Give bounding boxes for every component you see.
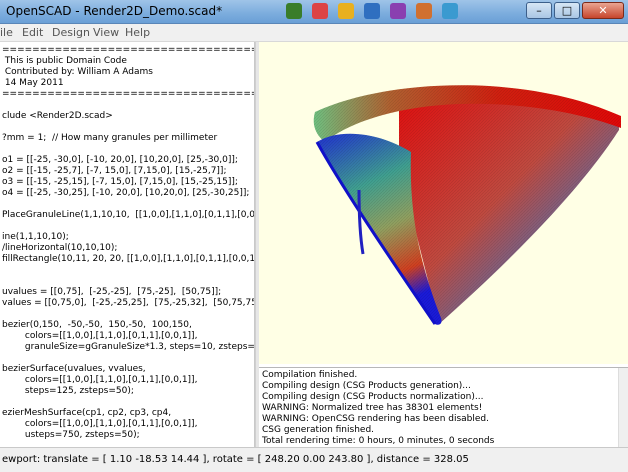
console-line: Compiling design (CSG Products normaliza…: [262, 392, 484, 402]
code-line: o4 = [[-25, -30,25], [-10, 20,0], [10,20…: [2, 188, 250, 198]
menu-help[interactable]: Help: [125, 26, 150, 39]
title-bar: OpenSCAD - Render2D_Demo.scad* – □ ✕: [0, 0, 628, 24]
app-logo-icon: [286, 3, 302, 19]
status-bar: ewport: translate = [ 1.10 -18.53 14.44 …: [0, 447, 628, 472]
console-line: WARNING: Normalized tree has 38301 eleme…: [262, 403, 483, 413]
maximize-icon[interactable]: □: [554, 2, 580, 19]
minimize-icon[interactable]: –: [526, 2, 552, 19]
console-panel[interactable]: Compilation finished. Compiling design (…: [259, 367, 628, 447]
code-line: ?mm = 1; // How many granules per millim…: [2, 133, 218, 143]
taskbar-icon: [364, 3, 380, 19]
console-line: Compiling design (CSG Products generatio…: [262, 381, 471, 391]
viewport-status: ewport: translate = [ 1.10 -18.53 14.44 …: [2, 454, 469, 465]
taskbar-icon: [416, 3, 432, 19]
console-line: Compilation finished.: [262, 370, 358, 380]
code-line: usteps=750, zsteps=50);: [2, 430, 140, 440]
code-line: steps=125, zsteps=50);: [2, 386, 134, 396]
menu-design[interactable]: Design: [52, 26, 90, 39]
taskbar-icon: [312, 3, 328, 19]
menu-view[interactable]: View: [93, 26, 119, 39]
code-line: =======================================: [2, 89, 255, 99]
code-line: values = [[0,75,0], [-25,-25,25], [75,-2…: [2, 298, 255, 308]
taskbar-icon: [338, 3, 354, 19]
taskbar-icon: [442, 3, 458, 19]
code-line: fillRectangle(10,11, 20, 20, [[1,0,0],[1…: [2, 254, 255, 264]
menu-edit[interactable]: Edit: [22, 26, 43, 39]
console-scrollbar[interactable]: [618, 368, 628, 447]
code-line: clude <Render2D.scad>: [2, 111, 113, 121]
window-controls: – □ ✕: [526, 2, 624, 20]
console-line: WARNING: OpenCSG rendering has been disa…: [262, 414, 490, 424]
window-title: OpenSCAD - Render2D_Demo.scad*: [6, 4, 223, 18]
3d-viewport[interactable]: [259, 42, 628, 364]
console-line: CSG generation finished.: [262, 425, 375, 435]
rendered-surface: [313, 85, 621, 325]
code-editor[interactable]: ======================================= …: [0, 42, 255, 447]
code-line: PlaceGranuleLine(1,1,10,10, [[1,0,0],[1,…: [2, 210, 255, 220]
close-icon[interactable]: ✕: [582, 2, 624, 19]
menu-bar: ile Edit Design View Help: [0, 24, 628, 42]
code-line: granuleSize=gGranuleSize*1.3, steps=10, …: [2, 342, 255, 352]
titlebar-icon-strip: [280, 0, 520, 24]
taskbar-icon: [390, 3, 406, 19]
menu-file[interactable]: ile: [0, 26, 13, 39]
console-line: Total rendering time: 0 hours, 0 minutes…: [262, 436, 495, 446]
